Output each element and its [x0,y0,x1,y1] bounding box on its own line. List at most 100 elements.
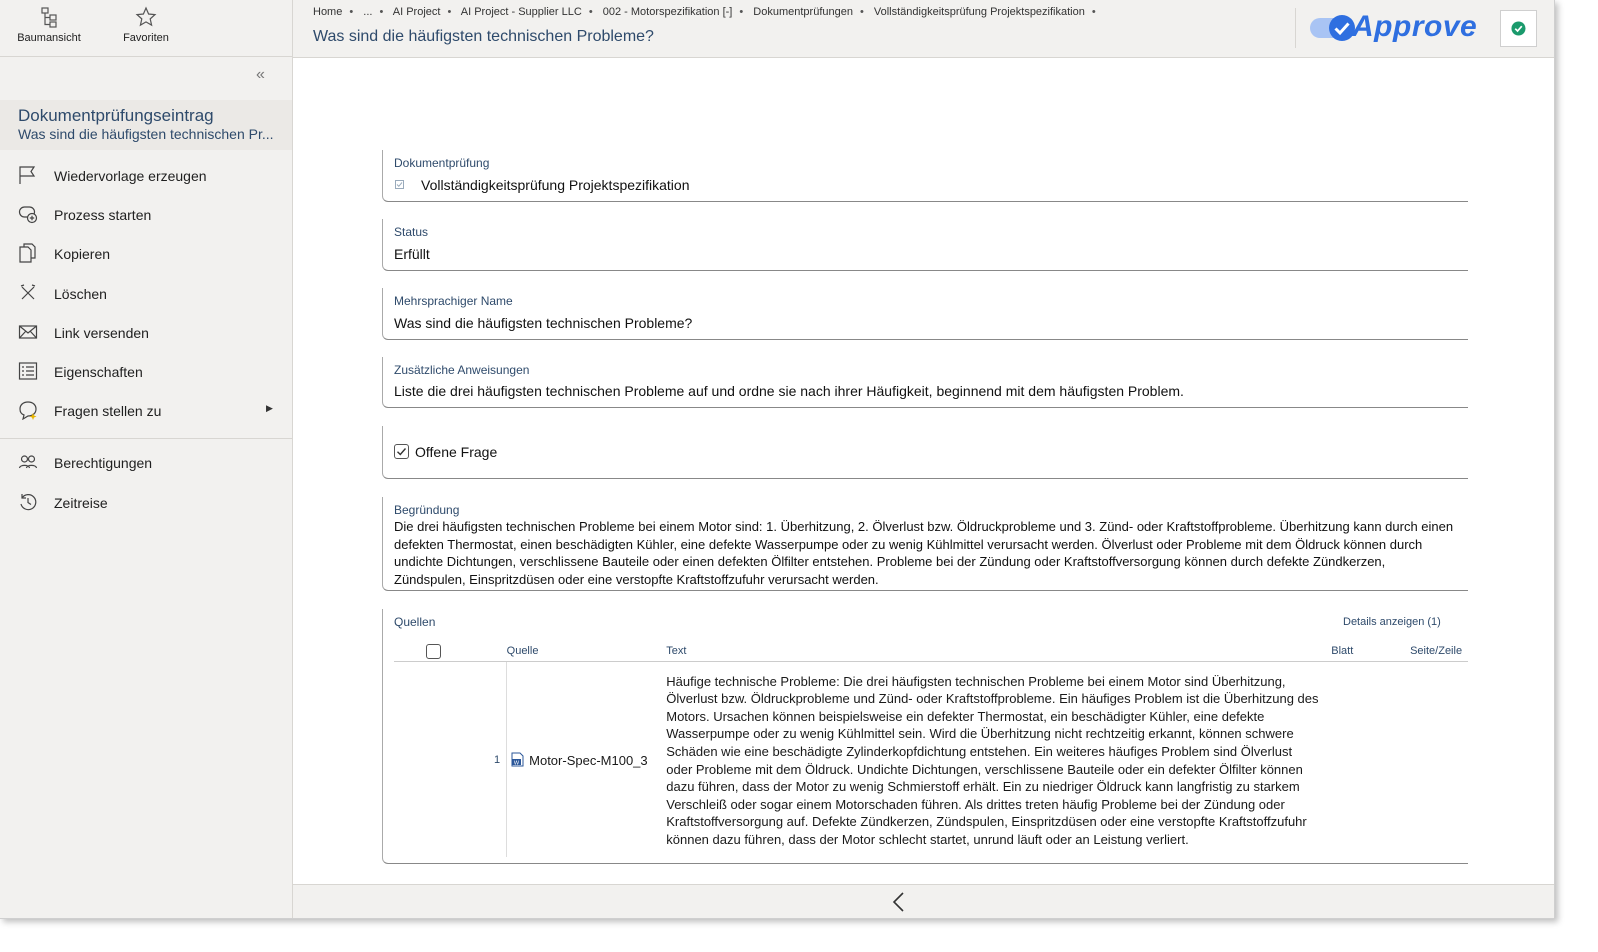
row-index: 1 [394,661,508,857]
breadcrumb-separator: • [859,6,864,18]
field-label: Zusätzliche Anweisungen [394,363,530,377]
name-value: Was sind die häufigsten technischen Prob… [394,315,693,331]
field-status: Status Erfüllt [382,219,1468,271]
show-details-link[interactable]: Details anzeigen (1) [1343,616,1441,628]
breadcrumb-supplier[interactable]: AI Project - Supplier LLC [461,6,582,18]
menu-item-ask-questions[interactable]: Fragen stellen zu ▶ [0,391,292,430]
favorites-button[interactable]: Favoriten [97,6,195,44]
field-open-question: Offene Frage [382,426,1468,479]
page-header: Home • ... • AI Project • AI Project - Supp… [293,0,1554,58]
app-window: Baumansicht Favoriten « Dokumentprüfungs… [0,0,1555,919]
breadcrumb-separator: • [739,6,744,18]
instructions-value: Liste die drei häufigsten technischen Pr… [394,383,1184,399]
breadcrumb-document-reviews[interactable]: Dokumentprüfungen [753,6,853,18]
approve-logo-icon [1310,15,1355,41]
field-sources: Quellen Details anzeigen (1) Quelle Text… [382,609,1468,864]
column-header-text[interactable]: Text [666,641,1332,662]
menu-divider [0,438,292,440]
menu-item-time-travel[interactable]: Zeitreise [0,483,292,522]
word-document-icon: W [511,752,524,766]
column-header-sheet[interactable]: Blatt [1331,641,1411,662]
copy-icon [19,243,36,263]
history-icon [20,493,37,510]
field-multilingual-name: Mehrsprachiger Name Was sind die häufigs… [382,288,1468,340]
source-cell: W Motor-Spec-M100_3 [507,662,667,858]
select-all-checkbox[interactable] [426,643,441,659]
sources-table: Quelle Text Blatt Seite/Zeile 1 W Motor-S… [394,641,1468,857]
tree-view-label: Baumansicht [17,32,81,44]
breadcrumb-home[interactable]: Home [313,6,342,18]
detail-form: Dokumentprüfung Vollständigkeitsprüfung … [293,58,1554,884]
breadcrumb: Home • ... • AI Project • AI Project - Supp… [313,6,1103,18]
menu-item-permissions[interactable]: Berechtigungen [0,443,292,482]
tree-view-icon [41,7,57,28]
field-label: Quellen [394,615,436,629]
delete-icon [20,283,36,299]
approve-logo: Approve [1295,8,1496,48]
status-ok-button[interactable] [1500,10,1537,47]
table-row[interactable]: 1 W Motor-Spec-M100_3 Häufige technische … [394,661,1468,858]
open-question-label: Offene Frage [415,444,498,460]
collapse-sidebar-button[interactable]: « [256,66,265,84]
open-question-checkbox[interactable] [394,444,409,459]
menu-item-label: Fragen stellen zu [54,403,162,420]
chat-sparkle-icon [19,401,37,421]
breadcrumb-separator: • [1091,6,1096,18]
reasoning-value: Die drei häufigsten technischen Probleme… [394,519,1454,587]
menu-item-start-process[interactable]: Prozess starten [0,195,292,234]
entry-header: Dokumentprüfungseintrag Was sind die häu… [0,100,292,150]
field-document-review: Dokumentprüfung Vollständigkeitsprüfung … [382,150,1468,202]
sheet-cell [1331,662,1410,858]
column-header-page-line[interactable]: Seite/Zeile [1410,641,1468,662]
field-label: Begründung [394,503,460,517]
menu-item-copy[interactable]: Kopieren [0,234,292,273]
menu-item-label: Eigenschaften [54,363,143,380]
menu-item-label: Prozess starten [54,207,152,224]
tree-view-button[interactable]: Baumansicht [0,6,98,44]
field-label: Dokumentprüfung [394,156,490,170]
sidebar-toolbar: Baumansicht Favoriten [0,0,292,57]
field-additional-instructions: Zusätzliche Anweisungen Liste die drei h… [382,357,1468,408]
users-icon [18,455,38,469]
submenu-arrow-icon: ▶ [266,403,273,414]
menu-item-properties[interactable]: Eigenschaften [0,352,292,391]
logo-text: Approve [1352,10,1478,43]
entry-title: Dokumentprüfungseintrag [18,106,214,125]
flag-icon [19,166,36,184]
status-value: Erfüllt [394,246,430,262]
field-reasoning: Begründung Die drei häufigsten technisch… [382,497,1468,591]
sidebar: Baumansicht Favoriten « Dokumentprüfungs… [0,0,293,918]
table-header-row: Quelle Text Blatt Seite/Zeile [394,641,1468,662]
envelope-icon [18,325,38,339]
menu-item-label: Link versenden [54,324,149,341]
menu-item-delete[interactable]: Löschen [0,274,292,313]
column-header-source[interactable]: Quelle [506,641,667,662]
favorites-label: Favoriten [123,32,169,44]
menu-item-label: Wiedervorlage erzeugen [54,168,207,184]
entry-subtitle: Was sind die häufigsten technischen Pr..… [18,126,274,142]
source-link[interactable]: Motor-Spec-M100_3 [529,753,648,768]
breadcrumb-ai-project[interactable]: AI Project [393,6,441,18]
back-chevron-icon[interactable] [891,891,905,913]
page-line-cell [1410,662,1468,858]
breadcrumb-motor-spec[interactable]: 002 - Motorspezifikation [-] [603,6,733,18]
page-title: Was sind die häufigsten technischen Prob… [313,28,654,45]
menu-item-create-resubmission[interactable]: Wiedervorlage erzeugen [0,156,292,195]
menu-item-send-link[interactable]: Link versenden [0,313,292,352]
check-circle-icon [1511,21,1526,36]
checkmark-icon [397,448,407,456]
field-label: Mehrsprachiger Name [394,294,513,308]
menu-item-label: Kopieren [54,246,111,263]
properties-icon [18,362,38,380]
select-all-header [394,641,507,662]
breadcrumb-separator: • [447,6,452,18]
document-review-link[interactable]: Vollständigkeitsprüfung Projektspezifika… [421,177,690,193]
menu-item-label: Zeitreise [54,494,108,511]
menu-item-label: Berechtigungen [54,455,153,472]
menu-item-label: Löschen [54,285,107,302]
process-start-icon [18,206,38,224]
breadcrumb-separator: • [349,6,354,18]
footer-bar [293,884,1554,918]
breadcrumb-ellipsis[interactable]: ... [363,6,372,18]
breadcrumb-completeness-check[interactable]: Vollständigkeitsprüfung Projektspezifika… [874,6,1085,18]
